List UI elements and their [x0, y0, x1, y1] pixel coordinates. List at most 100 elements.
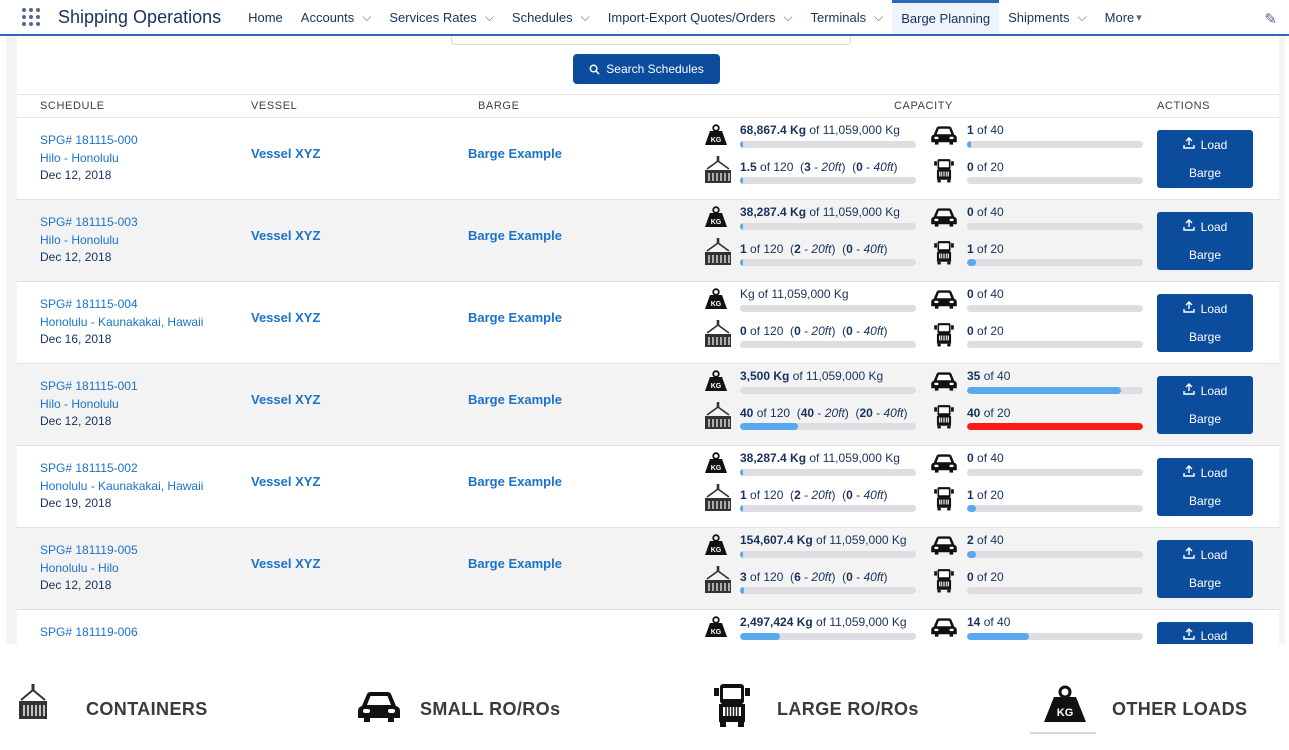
- small-roro-capacity-bar-fill: [967, 551, 976, 558]
- large-roro-capacity-bar: [967, 505, 1143, 512]
- weight-loaded: 68,867.4 Kg: [740, 123, 807, 137]
- container-20ft: (2 - 20ft) (0 - 40ft): [783, 242, 888, 256]
- barge-label: Barge: [1188, 166, 1222, 180]
- load-barge-button[interactable]: LoadBarge: [1157, 458, 1253, 516]
- small-roro-capacity-bar: [967, 141, 1143, 148]
- schedule-number-link[interactable]: SPG# 181115-003: [40, 214, 138, 232]
- small-roro-total: of 40: [973, 451, 1004, 465]
- barge-link[interactable]: Barge Example: [468, 228, 562, 243]
- vessel-link[interactable]: Vessel XYZ: [251, 392, 320, 407]
- chevron-down-icon[interactable]: ⌵: [362, 10, 371, 25]
- weight-total: of 11,059,000 Kg: [806, 205, 900, 219]
- unit-40ft: - 40ft): [862, 160, 898, 174]
- large-roro-capacity-bar-fill: [967, 259, 976, 266]
- nav-tab-services-rates[interactable]: Services Rates ⌵: [380, 0, 503, 34]
- weight-capacity-text: 68,867.4 Kg of 11,059,000 Kg: [740, 123, 900, 137]
- barge-link[interactable]: Barge Example: [468, 310, 562, 325]
- schedule-number-link[interactable]: SPG# 181119-006: [40, 624, 138, 642]
- large-roro-capacity-bar: [967, 423, 1143, 430]
- nav-tab-home[interactable]: Home: [239, 0, 292, 34]
- small-roro-car-icon: [930, 617, 958, 643]
- small-roro-capacity-text: 0 of 40: [967, 205, 1004, 219]
- schedule-number-link[interactable]: SPG# 181119-005: [40, 542, 138, 560]
- large-roro-total: of 20: [973, 488, 1004, 502]
- schedule-date: Dec 12, 2018: [40, 168, 112, 182]
- large-roro-total: of 20: [980, 406, 1011, 420]
- nav-tabs: Home Accounts ⌵ Services Rates ⌵ Schedules ⌵ Im…: [239, 0, 1151, 34]
- upload-icon: [1182, 131, 1195, 159]
- load-barge-button[interactable]: LoadBarge: [1157, 212, 1253, 270]
- small-roro-car-icon: [930, 453, 958, 479]
- container-loaded: 0: [740, 324, 747, 338]
- legend-underline: [1030, 732, 1096, 734]
- nav-tab-label: Home: [248, 9, 283, 25]
- large-roro-loaded: 40: [967, 406, 981, 420]
- load-barge-button[interactable]: LoadBarge: [1157, 130, 1253, 188]
- chevron-down-icon[interactable]: ⌵: [485, 10, 494, 25]
- load-barge-button[interactable]: LoadBarge: [1157, 376, 1253, 434]
- schedule-number-link[interactable]: SPG# 181115-000: [40, 132, 138, 150]
- header-vessel: VESSEL: [251, 100, 298, 112]
- chevron-down-icon[interactable]: ▾: [1136, 11, 1142, 24]
- container-40ft-count: 20: [859, 406, 873, 420]
- barge-link[interactable]: Barge Example: [468, 146, 562, 161]
- containers-icon: [704, 402, 732, 435]
- vessel-link[interactable]: Vessel XYZ: [251, 310, 320, 325]
- nav-tab-more[interactable]: More ▾: [1096, 0, 1151, 34]
- container-capacity-text: 1 of 120 (2 - 20ft) (0 - 40ft): [740, 242, 887, 256]
- nav-tab-import-export-quotes-orders[interactable]: Import-Export Quotes/Orders ⌵: [599, 0, 802, 34]
- vessel-link[interactable]: Vessel XYZ: [251, 228, 320, 243]
- nav-tab-barge-planning[interactable]: Barge Planning: [892, 0, 1000, 34]
- chevron-down-icon[interactable]: ⌵: [874, 10, 883, 25]
- container-capacity-bar: [740, 505, 916, 512]
- schedule-number-link[interactable]: SPG# 181115-002: [40, 460, 203, 478]
- nav-tab-terminals[interactable]: Terminals ⌵: [801, 0, 892, 34]
- small-roro-car-icon: [930, 535, 958, 561]
- load-barge-button[interactable]: LoadBarge: [1157, 622, 1253, 644]
- kg-weight-icon: KG: [704, 206, 728, 233]
- edit-nav-pencil-icon[interactable]: ✎: [1264, 10, 1277, 28]
- container-capacity-bar-fill: [740, 587, 745, 594]
- load-barge-button[interactable]: LoadBarge: [1157, 294, 1253, 352]
- nav-tab-shipments[interactable]: Shipments ⌵: [999, 0, 1096, 34]
- barge-link[interactable]: Barge Example: [468, 392, 562, 407]
- svg-text:KG: KG: [711, 465, 722, 472]
- large-roro-capacity-bar: [967, 587, 1143, 594]
- vessel-link[interactable]: Vessel XYZ: [251, 556, 320, 571]
- chevron-down-icon[interactable]: ⌵: [581, 10, 590, 25]
- schedule-route-link[interactable]: Hilo - Honolulu: [40, 150, 138, 168]
- kg-weight-icon: KG: [704, 616, 728, 643]
- schedule-route-link[interactable]: Hilo - Honolulu: [40, 232, 138, 250]
- nav-tab-schedules[interactable]: Schedules ⌵: [503, 0, 599, 34]
- large-roro-capacity-text: 0 of 20: [967, 570, 1004, 584]
- container-20ft: (0 - 20ft) (0 - 40ft): [783, 324, 888, 338]
- small-roro-capacity-text: 35 of 40: [967, 369, 1010, 383]
- search-schedules-button[interactable]: Search Schedules: [573, 54, 720, 84]
- container-40ft-count: 0: [856, 160, 863, 174]
- schedule-route-link[interactable]: Honolulu - Kaunakakai, Hawaii: [40, 478, 203, 496]
- container-capacity-bar: [740, 259, 916, 266]
- weight-capacity-bar-fill: [740, 551, 743, 558]
- chevron-down-icon[interactable]: ⌵: [1078, 10, 1087, 25]
- vessel-link[interactable]: Vessel XYZ: [251, 474, 320, 489]
- small-roro-capacity-text: 0 of 40: [967, 451, 1004, 465]
- search-schedules-label: Search Schedules: [606, 62, 704, 76]
- containers-icon: [704, 566, 732, 599]
- schedule-route-link[interactable]: Honolulu - Hilo: [40, 560, 138, 578]
- nav-tab-label: Import-Export Quotes/Orders: [607, 9, 776, 25]
- nav-tab-accounts[interactable]: Accounts ⌵: [292, 0, 381, 34]
- large-roro-total: of 20: [973, 242, 1004, 256]
- schedule-number-link[interactable]: SPG# 181115-001: [40, 378, 138, 396]
- container-20ft: (6 - 20ft) (0 - 40ft): [783, 570, 888, 584]
- schedule-route-link[interactable]: Honolulu - Kaunakakai, Hawaii: [40, 314, 203, 332]
- barge-link[interactable]: Barge Example: [468, 556, 562, 571]
- app-launcher-icon[interactable]: [20, 6, 42, 28]
- barge-link[interactable]: Barge Example: [468, 474, 562, 489]
- load-label: Load: [1200, 302, 1228, 316]
- vessel-link[interactable]: Vessel XYZ: [251, 146, 320, 161]
- schedule-route-link[interactable]: Hilo - Honolulu: [40, 396, 138, 414]
- small-roro-capacity-text: 2 of 40: [967, 533, 1004, 547]
- chevron-down-icon[interactable]: ⌵: [783, 10, 792, 25]
- load-barge-button[interactable]: LoadBarge: [1157, 540, 1253, 598]
- schedule-number-link[interactable]: SPG# 181115-004: [40, 296, 203, 314]
